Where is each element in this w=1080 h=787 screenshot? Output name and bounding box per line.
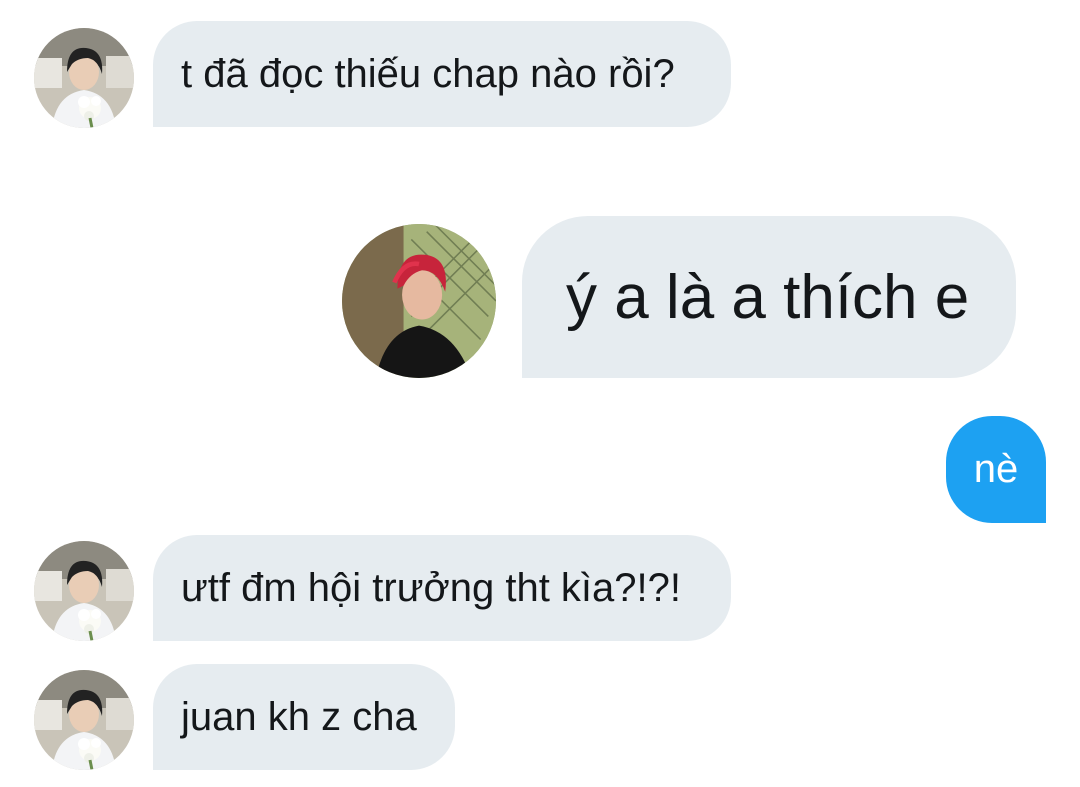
avatar-boy-with-flowers-image (34, 541, 134, 641)
avatar-boy-with-flowers[interactable] (34, 28, 134, 128)
incoming-message-bubble[interactable]: t đã đọc thiếu chap nào rồi? (153, 21, 731, 127)
message-text: ý a là a thích e (566, 262, 970, 332)
avatar-boy-with-flowers[interactable] (34, 541, 134, 641)
outgoing-message-bubble[interactable]: nè (946, 416, 1046, 523)
avatar-boy-with-flowers[interactable] (34, 670, 134, 770)
avatar-red-hair-boy[interactable] (342, 224, 496, 378)
message-text: ưtf đm hội trưởng tht kìa?!?! (181, 565, 681, 610)
incoming-message-bubble[interactable]: ưtf đm hội trưởng tht kìa?!?! (153, 535, 731, 641)
message-text: t đã đọc thiếu chap nào rồi? (181, 51, 675, 96)
message-text: juan kh z cha (181, 694, 417, 739)
message-text: nè (973, 447, 1019, 491)
incoming-message-bubble[interactable]: juan kh z cha (153, 664, 455, 770)
quoted-message-bubble[interactable]: ý a là a thích e (522, 216, 1016, 378)
avatar-boy-with-flowers-image (34, 670, 134, 770)
avatar-boy-with-flowers-image (34, 28, 134, 128)
avatar-red-hair-boy-image (342, 224, 496, 378)
